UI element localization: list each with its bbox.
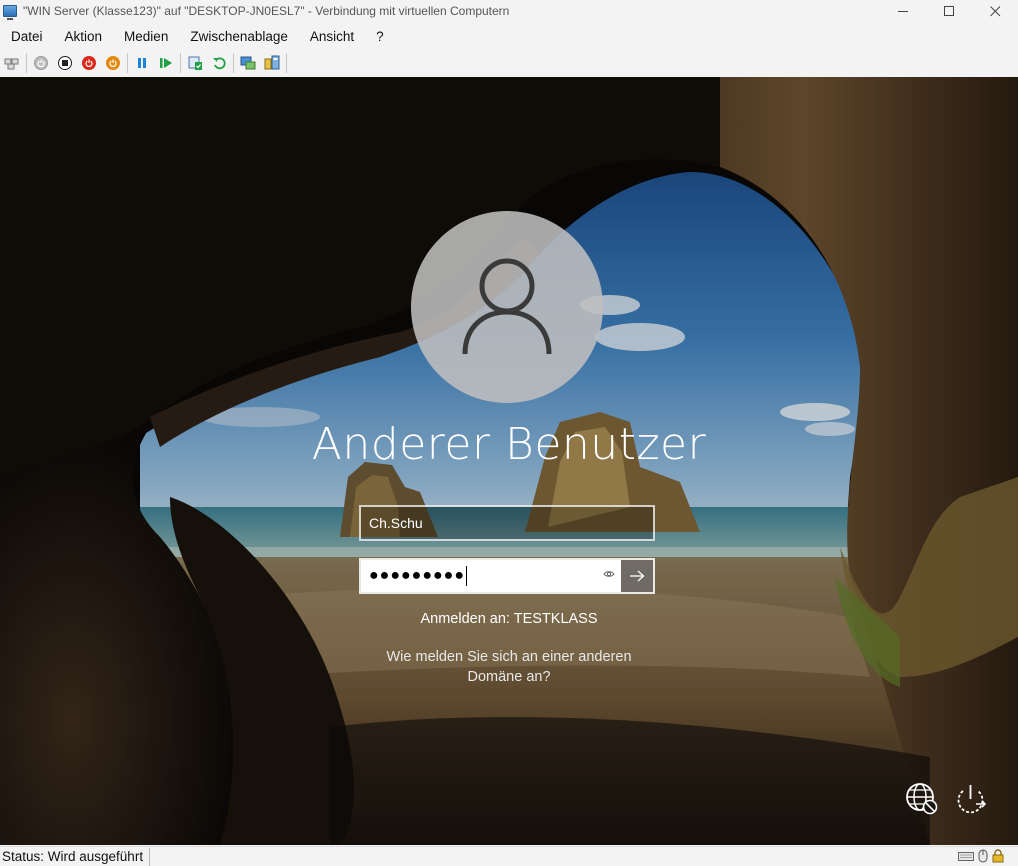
menu-datei[interactable]: Datei — [0, 25, 54, 49]
reveal-password-icon[interactable] — [603, 569, 615, 579]
checkpoint-button[interactable] — [183, 52, 207, 74]
power-button[interactable] — [101, 52, 125, 74]
resume-icon — [160, 58, 172, 68]
turn-off-icon — [58, 56, 72, 70]
title-bar: "WIN Server (Klasse123)" auf "DESKTOP-JN… — [0, 0, 1018, 22]
start-icon — [34, 56, 48, 70]
power-options-icon — [957, 785, 987, 814]
maximize-button[interactable] — [926, 0, 972, 22]
checkpoint-icon — [188, 56, 202, 70]
start-button[interactable] — [29, 52, 53, 74]
lock-icon — [992, 849, 1004, 863]
revert-button[interactable] — [207, 52, 231, 74]
menu-medien[interactable]: Medien — [113, 25, 179, 49]
text-caret — [465, 566, 467, 586]
toolbar-separator — [26, 53, 27, 73]
password-mask: ●●●●●●●●● — [369, 567, 465, 584]
user-avatar — [411, 211, 603, 403]
user-display-name: Anderer Benutzer — [311, 419, 707, 470]
maximize-icon — [943, 5, 954, 16]
power-icon — [106, 56, 120, 70]
enhanced-session-button[interactable] — [236, 52, 260, 74]
revert-icon — [213, 57, 226, 70]
username-input[interactable]: Ch.Schu — [359, 505, 655, 541]
network-button[interactable] — [904, 781, 940, 817]
minimize-button[interactable] — [880, 0, 926, 22]
menu-aktion[interactable]: Aktion — [54, 25, 114, 49]
menu-help[interactable]: ? — [365, 25, 395, 49]
toolbar — [0, 50, 1018, 76]
vm-connection-icon — [3, 5, 17, 20]
mouse-icon — [978, 849, 988, 863]
menu-bar: Datei Aktion Medien Zwischenablage Ansic… — [0, 25, 1018, 49]
toolbar-separator — [286, 53, 287, 73]
minimize-icon — [897, 10, 908, 12]
close-button[interactable] — [972, 0, 1018, 22]
status-icons — [958, 849, 1004, 863]
other-domain-link[interactable]: Wie melden Sie sich an einer anderen Dom… — [0, 647, 1018, 687]
arrow-right-icon — [630, 570, 645, 582]
share-icon — [264, 55, 280, 70]
resume-button[interactable] — [154, 52, 178, 74]
menu-ansicht[interactable]: Ansicht — [299, 25, 365, 49]
password-container: ●●●●●●●●● — [359, 558, 655, 594]
share-button[interactable] — [260, 52, 284, 74]
pause-icon — [138, 58, 146, 68]
network-globe-icon — [906, 783, 938, 815]
user-icon — [462, 258, 552, 355]
window-controls — [880, 0, 1018, 22]
shutdown-button[interactable] — [77, 52, 101, 74]
ctrl-alt-del-button[interactable] — [0, 52, 24, 74]
submit-button[interactable] — [621, 560, 653, 592]
vm-display[interactable]: Anderer Benutzer Ch.Schu ●●●●●●●●● Anmel… — [0, 77, 1018, 845]
turn-off-button[interactable] — [53, 52, 77, 74]
status-text: Status: Wird ausgeführt — [0, 847, 151, 866]
status-bar: Status: Wird ausgeführt — [0, 846, 1018, 866]
toolbar-separator — [180, 53, 181, 73]
other-domain-link-line1: Wie melden Sie sich an einer anderen — [386, 649, 632, 665]
shutdown-icon — [82, 56, 96, 70]
toolbar-separator — [127, 53, 128, 73]
menu-zwischenablage[interactable]: Zwischenablage — [179, 25, 299, 49]
close-icon — [989, 5, 1000, 16]
power-options-button[interactable] — [953, 781, 989, 817]
window-title: "WIN Server (Klasse123)" auf "DESKTOP-JN… — [23, 4, 510, 18]
other-domain-link-line2: Domäne an? — [467, 669, 551, 685]
ctrl-alt-del-icon — [4, 58, 19, 70]
pause-button[interactable] — [130, 52, 154, 74]
sign-in-domain-label: Anmelden an: TESTKLASS — [420, 611, 598, 627]
enhanced-session-icon — [240, 56, 256, 70]
keyboard-icon — [958, 852, 974, 861]
toolbar-separator — [233, 53, 234, 73]
password-input[interactable]: ●●●●●●●●● — [361, 560, 621, 592]
